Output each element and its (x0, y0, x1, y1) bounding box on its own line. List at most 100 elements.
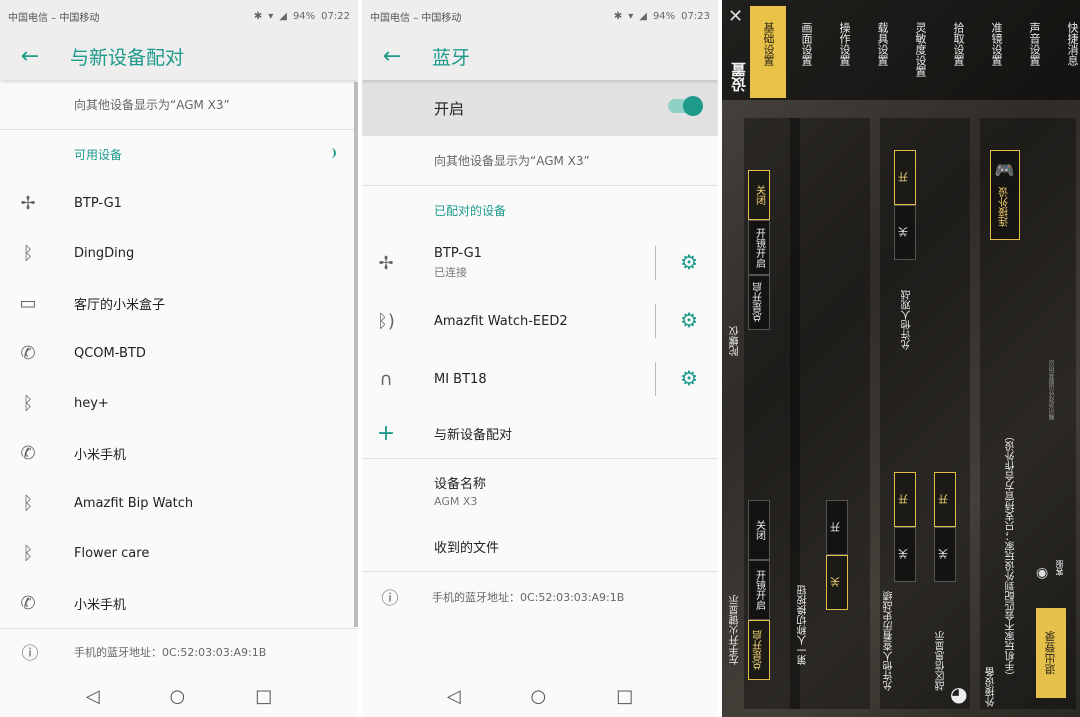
bluetooth-switch[interactable] (668, 96, 703, 116)
gear-icon[interactable]: ⚙ (680, 366, 698, 390)
allow-view-history-on[interactable]: 开 (894, 472, 916, 527)
signal-icon: ◢ (279, 10, 287, 22)
scrollbar[interactable] (354, 82, 358, 627)
left-fire-always[interactable]: 总是开启 (748, 620, 770, 680)
nav-bar: ◁ ○ □ (362, 675, 718, 717)
device-name: Amazfit Bip Watch (74, 495, 194, 511)
allow-spectate-off[interactable]: 关 (894, 205, 916, 260)
tab-5[interactable]: 拾取设置 (940, 6, 976, 98)
allow-spectate-options: 开 关 (894, 150, 916, 270)
allow-view-history-off[interactable]: 关 (894, 527, 916, 582)
back-arrow-icon[interactable]: ← (362, 44, 422, 69)
headset-support-icon[interactable]: ◉ (1036, 565, 1048, 581)
device-row[interactable]: ✆ QCOM-BTD (0, 328, 358, 378)
device-row[interactable]: ᛒ hey+ (0, 378, 358, 428)
clock-text: 07:23 (681, 10, 710, 22)
received-files-label: 收到的文件 (434, 540, 500, 556)
back-arrow-icon[interactable]: ← (0, 44, 60, 69)
fpp-on[interactable]: 开 (826, 500, 848, 555)
wifi-icon: ▾ (628, 10, 634, 22)
left-fire-scope[interactable]: 开镜开启 (748, 560, 770, 620)
allow-spectate-on[interactable]: 开 (894, 150, 916, 205)
device-row[interactable]: ▭ 客厅的小米盒子 (0, 278, 358, 328)
tab-4[interactable]: 灵敏度设置 (902, 6, 938, 98)
pair-new-device-screen: 中国电信 – 中国移动 ✱ ▾ ◢ 94% 07:22 ← 与新设备配对 向其他… (0, 0, 358, 717)
nav-recents-icon[interactable]: □ (616, 686, 633, 707)
info-icon: ⓘ (381, 589, 399, 609)
device-name: Flower care (74, 545, 150, 561)
close-icon[interactable]: ✕ (728, 6, 743, 27)
bt-address-text: 手机的蓝牙地址：0C:52:03:03:A9:1B (74, 645, 267, 659)
phone-icon: ✆ (20, 342, 36, 364)
bluetooth-screen: 中国电信 – 中国移动 ✱ ▾ ◢ 94% 07:23 ← 蓝牙 开启 向其他设… (362, 0, 718, 717)
gear-icon[interactable]: ⚙ (680, 308, 698, 332)
paired-device-status: 已连接 (434, 266, 467, 279)
bt-address-row: ⓘ 手机的蓝牙地址：0C:52:03:03:A9:1B (0, 628, 358, 674)
bluetooth-audio-icon: ᛒ) (377, 310, 395, 332)
carrier-text: 中国电信 – 中国移动 (8, 12, 100, 24)
nav-recents-icon[interactable]: □ (255, 686, 272, 707)
paired-device-name: MI BT18 (434, 371, 487, 387)
tab-3[interactable]: 载具设置 (864, 6, 900, 98)
received-files-row[interactable]: 收到的文件 (362, 521, 718, 571)
fpp-switch-label: 第一人称切换按钮 (798, 585, 809, 665)
device-name-value: AGM X3 (434, 494, 478, 508)
paired-device-row[interactable]: ᛒ) Amazfit Watch-EED2 ⚙ (362, 292, 718, 350)
nav-home-icon[interactable]: ○ (531, 686, 547, 707)
tab-6[interactable]: 准镜设置 (978, 6, 1014, 98)
device-row[interactable]: ✆ 小米手机 (0, 578, 358, 628)
tab-7[interactable]: 声音设置 (1016, 6, 1052, 98)
battery-text: 94% (652, 10, 676, 22)
chat-icon[interactable]: ◕ (950, 682, 967, 706)
controller-note: （手机玩家不会匹配到外设玩家；只支持官方合作外设） (1006, 431, 1017, 681)
page-title: 与新设备配对 (70, 46, 185, 69)
device-name: BTP-G1 (74, 195, 122, 211)
gyro-scope[interactable]: 开镜开启 (748, 220, 770, 275)
bt-address-text: 手机的蓝牙地址：0C:52:03:03:A9:1B (432, 590, 625, 604)
controller-small-note: 腾讯游戏外设服务协议 (1049, 360, 1056, 420)
nav-home-icon[interactable]: ○ (170, 686, 186, 707)
allow-view-history-label: 允许他人查看历史战绩 (884, 591, 895, 691)
tab-label: 画面设置 (800, 22, 813, 66)
tab-2[interactable]: 操作设置 (826, 6, 862, 98)
fpp-off[interactable]: 关 (826, 555, 848, 610)
battle-info-off[interactable]: 关 (934, 527, 956, 582)
device-row[interactable]: ᛒ Flower care (0, 528, 358, 578)
tab-1[interactable]: 画面设置 (788, 6, 824, 98)
visible-as-text: 向其他设备显示为“AGM X3” (0, 80, 358, 130)
divider (655, 362, 656, 396)
left-fire-close[interactable]: 关闭 (748, 500, 770, 560)
device-row[interactable]: ✆ 小米手机 (0, 428, 358, 478)
tab-0[interactable]: 基础设置 (750, 6, 786, 98)
logout-button[interactable]: 退出登录 (1036, 608, 1066, 698)
phone-icon: ✆ (20, 442, 36, 464)
gyro-always[interactable]: 总是开启 (748, 275, 770, 330)
paired-device-row[interactable]: ✢ BTP-G1 已连接 ⚙ (362, 234, 718, 292)
tab-label: 灵敏度设置 (914, 22, 927, 77)
battle-info-on[interactable]: 开 (934, 472, 956, 527)
bluetooth-toggle-row[interactable]: 开启 (362, 80, 718, 136)
pair-new-device-row[interactable]: + 与新设备配对 (362, 408, 718, 458)
game-settings-screen: ✕ 设置 基础设置 画面设置 操作设置 载具设置 灵敏度设置 拾取设置 准镜设置 声音设置 快捷… (722, 0, 1080, 717)
feedback-label: 客服 (1055, 560, 1064, 576)
device-name: 小米手机 (74, 447, 127, 463)
tab-label: 快捷消息 (1066, 22, 1079, 66)
paired-device-name: Amazfit Watch-EED2 (434, 313, 568, 329)
nav-back-icon[interactable]: ◁ (86, 686, 100, 707)
device-row[interactable]: ✢ BTP-G1 (0, 178, 358, 228)
page-title: 蓝牙 (432, 46, 471, 69)
nav-back-icon[interactable]: ◁ (447, 686, 461, 707)
paired-device-row[interactable]: ∩ MI BT18 ⚙ (362, 350, 718, 408)
status-bar: 中国电信 – 中国移动 ✱ ▾ ◢ 94% 07:23 (362, 0, 718, 32)
gyro-close[interactable]: 关闭 (748, 170, 770, 220)
connect-controller-button[interactable]: 连接外设 🎮 (990, 150, 1020, 240)
paired-devices-list: ✢ BTP-G1 已连接 ⚙ ᛒ) Amazfit Watch-EED2 ⚙ ∩ MI BT18… (362, 234, 718, 408)
device-row[interactable]: ᛒ DingDing (0, 228, 358, 278)
pair-new-label: 与新设备配对 (434, 427, 513, 443)
section-header-available: 可用设备 (0, 130, 358, 178)
tab-8[interactable]: 快捷消息 (1054, 6, 1080, 98)
device-name-row[interactable]: 设备名称 AGM X3 (362, 459, 718, 521)
gear-icon[interactable]: ⚙ (680, 250, 698, 274)
device-row[interactable]: ᛒ Amazfit Bip Watch (0, 478, 358, 528)
gyro-options: 关闭 开镜开启 总是开启 (748, 170, 770, 360)
